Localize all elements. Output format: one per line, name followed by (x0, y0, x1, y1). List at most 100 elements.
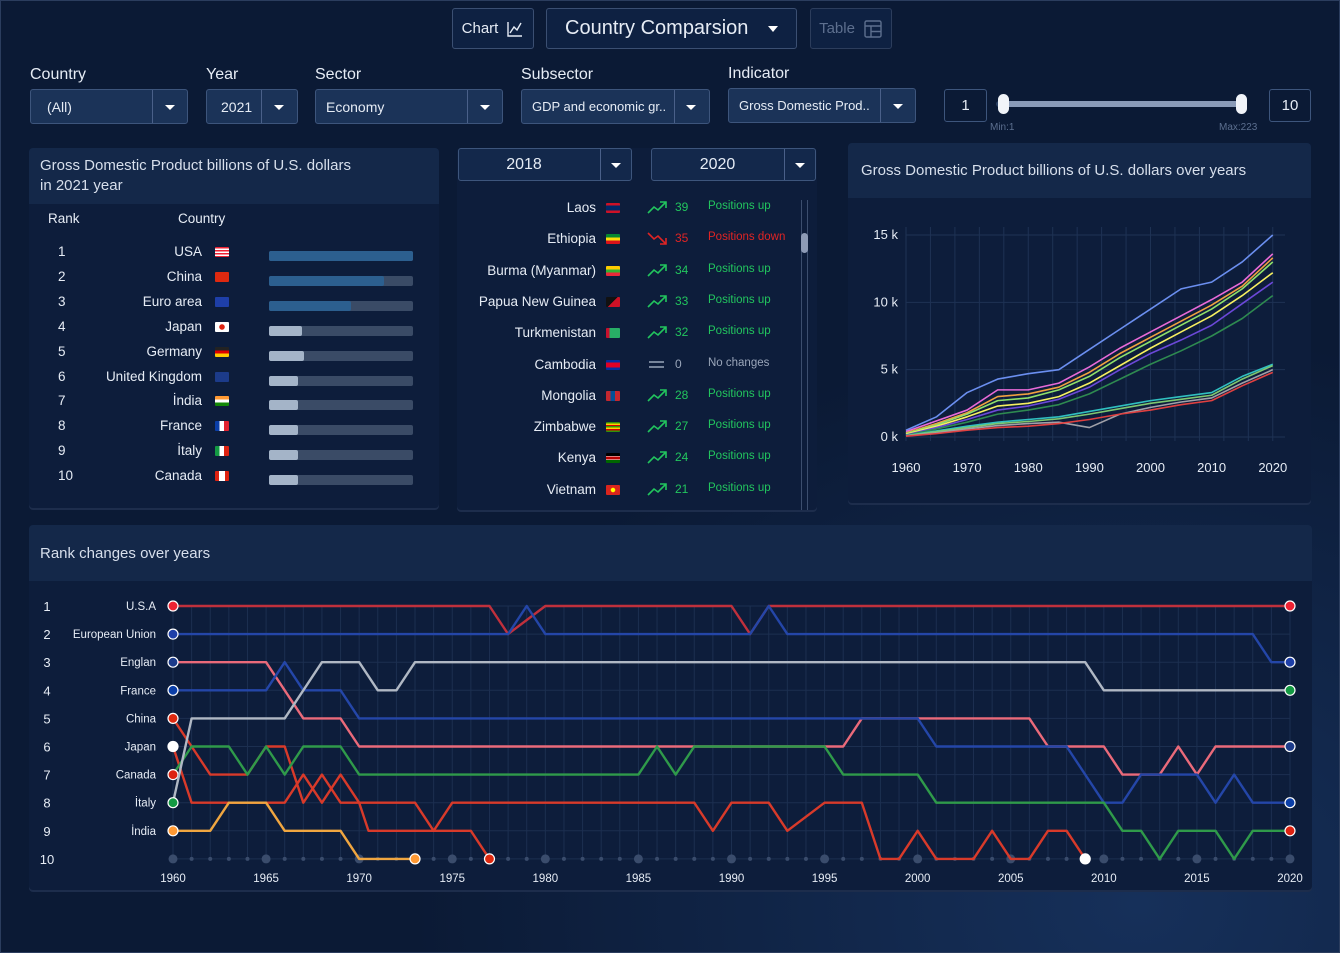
country-name: Papua New Guinea (478, 293, 596, 309)
ranking-row: 3 Euro area (0, 294, 440, 319)
table-icon (864, 19, 882, 38)
rank-year-dot (540, 854, 550, 864)
country-name: USA (174, 244, 202, 259)
rank-year-dot (1176, 856, 1181, 861)
position-change: 28 (675, 387, 689, 402)
gdp-chart-title: Gross Domestic Product billions of U.S. … (861, 162, 1247, 179)
gdp-series-line (905, 368, 1274, 437)
country-name: Japan (165, 318, 202, 334)
rank-x-tick: 1995 (812, 873, 838, 885)
range-slider-max-handle[interactable] (1236, 94, 1247, 114)
position-change: 34 (675, 262, 689, 277)
country-name: France (159, 418, 202, 434)
flag-icon (409, 853, 421, 865)
rank-number: 4 (58, 318, 66, 334)
range-max-caption: Max:223 (1219, 122, 1258, 133)
changes-scrollbar-thumb[interactable] (801, 233, 808, 253)
rank-year-dot (727, 854, 736, 864)
year-filter-select[interactable]: 2021 (206, 89, 298, 124)
ranking-row: 6 United Kingdom (0, 369, 440, 394)
range-min-caption: Min:1 (990, 122, 1015, 133)
country-filter-select[interactable]: (All) (30, 89, 188, 124)
range-slider-min-handle[interactable] (998, 94, 1009, 114)
country-name: Laos (566, 200, 596, 215)
trend-up-icon (647, 263, 667, 277)
flag-icon (167, 769, 179, 781)
indicator-filter-value: Gross Domestic Prod.. (739, 98, 870, 113)
table-view-label: Table (819, 20, 855, 37)
rank-number: 6 (58, 368, 66, 384)
rank-year-dot (1099, 854, 1109, 864)
indicator-filter-select[interactable]: Gross Domestic Prod.. (728, 88, 916, 123)
country-name: Ethiopia (547, 231, 596, 247)
rank-year-dot (338, 856, 343, 861)
country-name: Cambodia (534, 356, 596, 372)
gdp-x-tick: 1960 (892, 460, 921, 475)
change-status: Positions up (708, 450, 771, 463)
series-label: European Union (73, 629, 156, 641)
gdp-y-tick: 15 k (873, 227, 898, 242)
rank-year-dot (803, 856, 808, 861)
rank-y-label: 3 (43, 655, 50, 670)
rank-change-row: Vietnam 21 Positions up (460, 482, 800, 508)
subsector-filter-value: GDP and economic gr.. (532, 99, 667, 114)
view-select[interactable]: Country Comparsion (546, 8, 797, 49)
rank-number: 2 (58, 268, 66, 284)
value-bar (269, 375, 298, 386)
rank-year-dot (301, 856, 306, 861)
rank-x-tick: 1975 (439, 873, 465, 885)
rank-year-dot (1250, 856, 1255, 861)
trend-up-icon (647, 201, 667, 214)
chevron-down-icon (768, 26, 778, 32)
rank-x-tick: 2010 (1091, 873, 1117, 885)
ranking-row: 1 USA (0, 244, 440, 269)
trend-up-icon (647, 482, 667, 496)
flag-icon (215, 296, 229, 307)
rank-year-dot (261, 854, 271, 864)
gdp-line-chart: 0 k 5 k 10 k 15 k 1960 1970 1980 1990 2000 2010 20… (873, 227, 1287, 475)
flag-icon (606, 359, 620, 370)
series-label: Canada (116, 770, 157, 782)
change-status: Positions up (708, 325, 771, 338)
range-max-input[interactable]: 10 (1269, 89, 1311, 122)
rank-change-row: Papua New Guinea 33 Positions up (460, 294, 800, 320)
rank-x-tick: 2020 (1277, 873, 1303, 885)
rank-year-dot (913, 854, 923, 864)
subsector-filter-label: Subsector (521, 66, 594, 83)
change-status: Positions up (708, 481, 771, 494)
year-to-select[interactable]: 2020 (651, 148, 816, 181)
rank-year-dot (226, 856, 231, 861)
rank-number: 8 (58, 418, 66, 434)
ranking-row: 9 İtaly (0, 443, 440, 468)
rank-year-dot (820, 854, 830, 864)
range-slider-fill (1003, 101, 1241, 107)
rank-x-tick: 2015 (1184, 873, 1210, 885)
series-label: İndia (131, 825, 157, 838)
change-status: No changes (708, 356, 770, 369)
flag-icon (215, 371, 229, 382)
subsector-filter-select[interactable]: GDP and economic gr.. (521, 89, 710, 124)
flag-icon (1284, 740, 1296, 753)
rank-history-title: Rank changes over years (40, 545, 211, 562)
country-name: Zimbabwe (533, 419, 596, 435)
value-bar (269, 450, 298, 461)
rank-bump-chart: 1 2 3 4 5 6 7 8 9 10 1960 1965 1970 1975 1980 1985 1990 1… (40, 599, 1303, 885)
year-filter-label: Year (206, 66, 239, 83)
chevron-down-icon (274, 105, 284, 110)
gdp-y-tick: 10 k (873, 294, 898, 309)
gdp-series-line (905, 257, 1274, 434)
rank-year-dot (506, 856, 511, 861)
range-min-input[interactable]: 1 (944, 89, 987, 122)
ranking-row: 2 China (0, 269, 440, 294)
table-view-button[interactable]: Table (810, 8, 892, 49)
value-bar (269, 251, 413, 261)
year-from-select[interactable]: 2018 (458, 148, 632, 181)
chart-view-button[interactable]: Chart (452, 8, 534, 49)
rank-year-dot (208, 856, 213, 861)
country-name: Mongolia (541, 387, 596, 403)
sector-filter-select[interactable]: Economy (315, 89, 503, 124)
ranking-title-line1: Gross Domestic Product billions of U.S. … (40, 157, 351, 174)
chevron-down-icon (795, 163, 805, 168)
position-change: 21 (675, 481, 689, 496)
rank-change-row: Zimbabwe 27 Positions up (460, 419, 800, 445)
